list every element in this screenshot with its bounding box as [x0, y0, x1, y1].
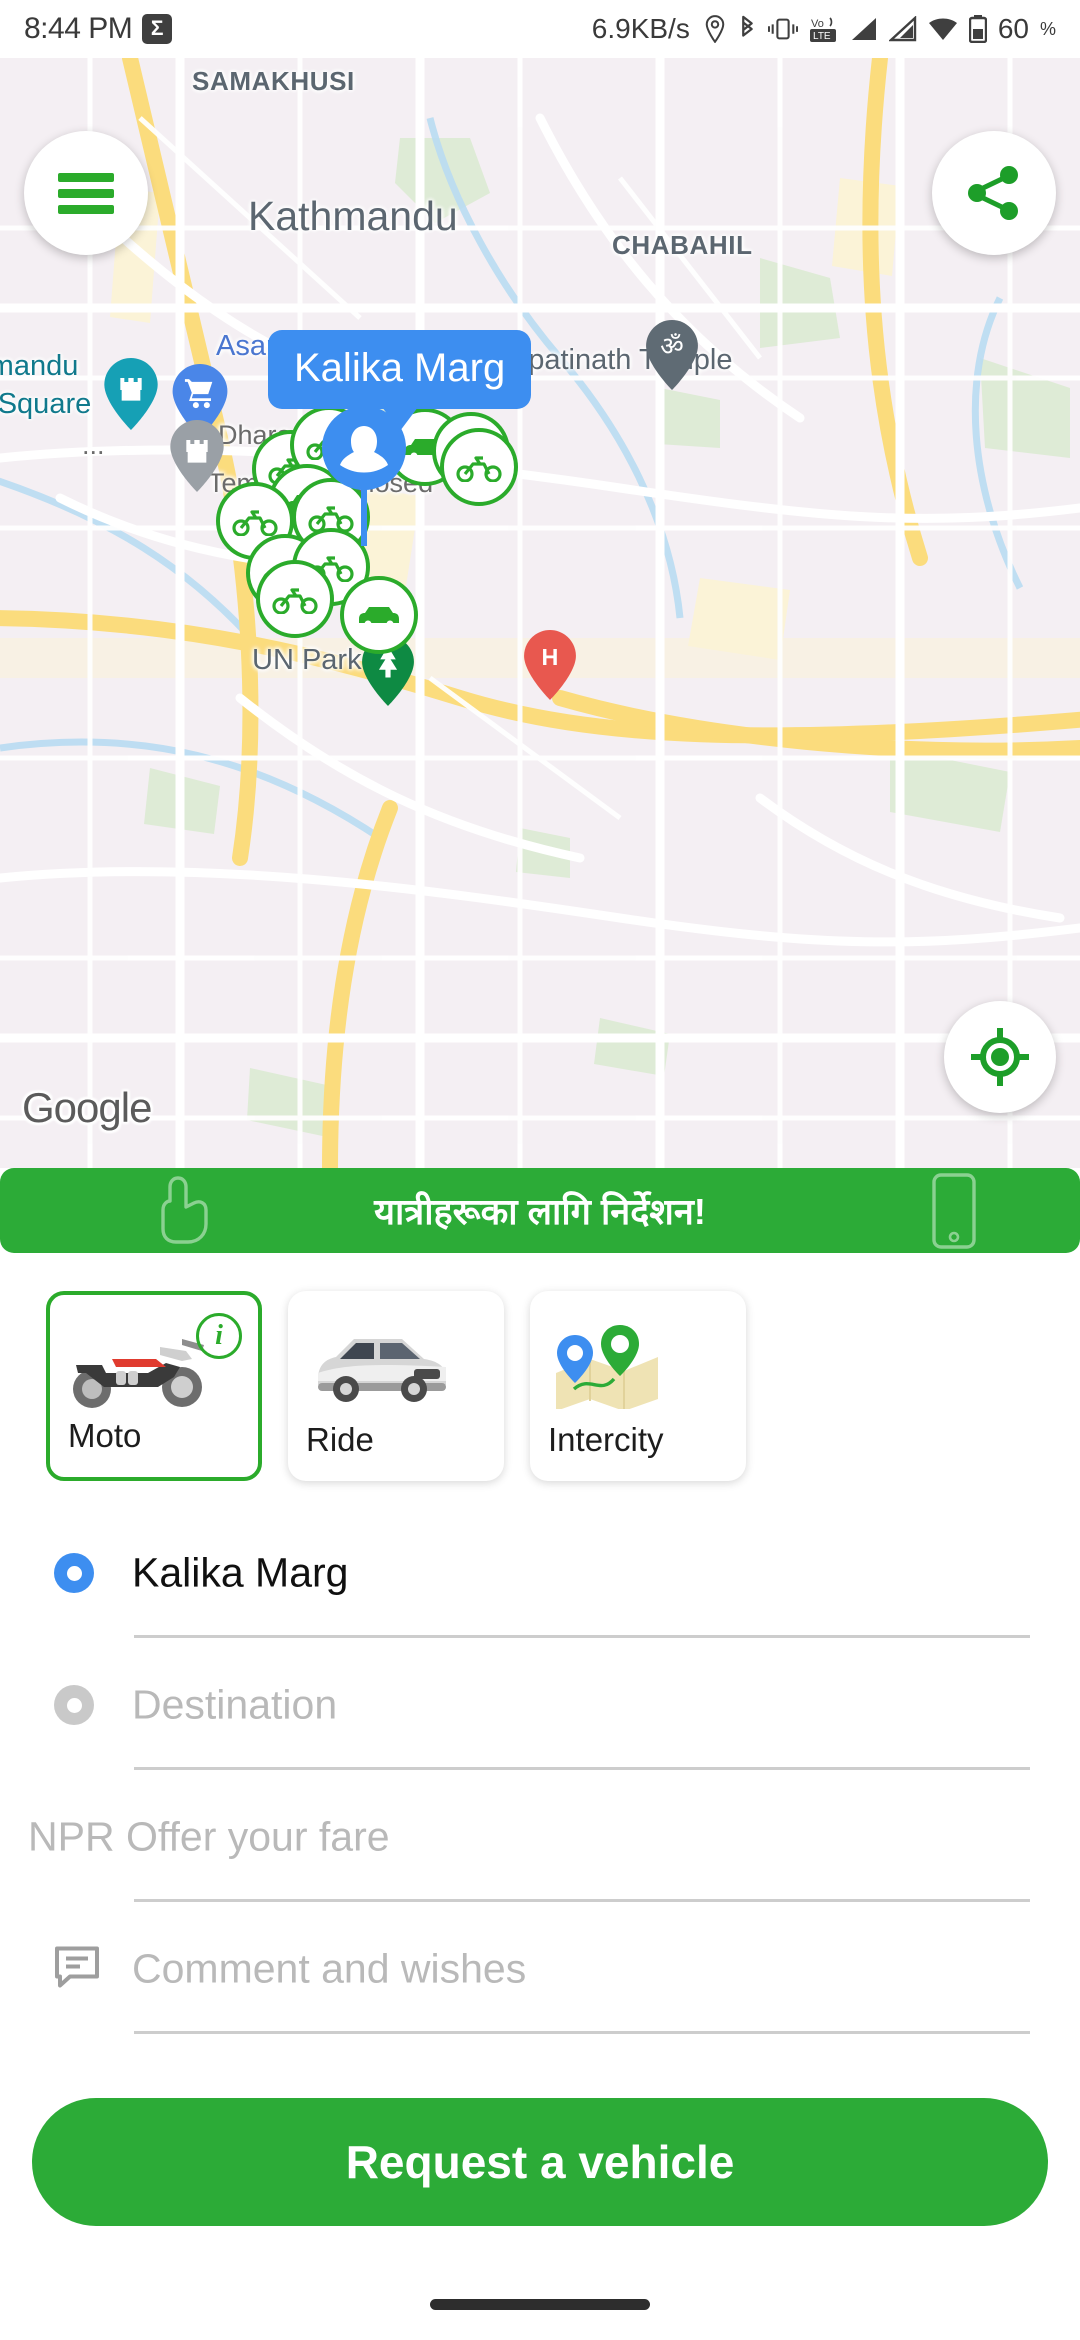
moto-info-badge[interactable]: i	[196, 1313, 242, 1359]
comment-placeholder: Comment and wishes	[132, 1945, 527, 1992]
vehicle-type-intercity-label: Intercity	[548, 1421, 664, 1458]
network-speed-text: 6.9KB/s	[591, 13, 690, 44]
battery-percent-sign: %	[1039, 18, 1056, 39]
map-label-durbar-square-line1: Kathmandu	[0, 350, 79, 382]
map-label-chabahil: CHABAHIL	[612, 230, 753, 260]
destination-dot-icon	[54, 1685, 94, 1725]
wifi-icon	[928, 18, 957, 40]
pointing-hand-icon	[150, 1168, 220, 1253]
share-button[interactable]	[932, 131, 1056, 255]
castle-pin-grey[interactable]	[170, 420, 224, 492]
motorcycle-art	[73, 1339, 204, 1408]
map-label-samakhusi: SAMAKHUSI	[192, 66, 355, 96]
location-icon	[705, 15, 725, 43]
vehicle-type-moto-label: Moto	[68, 1417, 142, 1454]
vehicle-marker-moto[interactable]	[256, 560, 334, 638]
my-location-crosshair-icon	[971, 1028, 1029, 1086]
smartphone-icon	[928, 1168, 980, 1253]
destination-row[interactable]: Destination	[0, 1647, 1080, 1763]
destination-placeholder: Destination	[132, 1681, 338, 1728]
pickup-underline	[134, 1635, 1030, 1638]
map-pins-art	[556, 1325, 658, 1409]
signal-icon-1	[851, 18, 876, 40]
banner-text: यात्रीहरूका लागि निर्देशन!	[374, 1191, 706, 1232]
destination-underline	[134, 1767, 1030, 1770]
signal-icon-2	[888, 16, 917, 42]
vibrate-icon	[767, 18, 798, 40]
vehicle-type-ride[interactable]: Ride	[288, 1291, 504, 1481]
vehicle-type-moto[interactable]: i Moto	[46, 1291, 262, 1481]
battery-icon	[968, 15, 987, 43]
volte-icon: VoLTE	[809, 17, 836, 42]
google-attribution: Google	[22, 1084, 152, 1131]
svg-text:ॐ: ॐ	[660, 333, 684, 361]
pickup-row[interactable]: Kalika Marg	[0, 1515, 1080, 1631]
status-bar: 8:44 PM Σ 6.9KB/s Vo LTE 60%	[0, 0, 1080, 58]
pickup-value: Kalika Marg	[132, 1549, 349, 1596]
vehicle-type-ride-label: Ride	[306, 1421, 374, 1458]
bluetooth-icon	[741, 15, 753, 37]
status-time: 8:44 PM	[24, 12, 133, 45]
vehicle-marker-moto[interactable]	[440, 428, 518, 506]
info-banner[interactable]: यात्रीहरूका लागि निर्देशन!	[0, 1168, 1080, 1253]
status-bar-left: 8:44 PM Σ	[24, 12, 173, 46]
pickup-dot-icon	[54, 1553, 94, 1593]
comment-row[interactable]: Comment and wishes	[0, 1911, 1080, 2027]
castle-pin-teal[interactable]	[104, 358, 158, 430]
vehicle-marker-car[interactable]	[340, 576, 418, 654]
svg-text:H: H	[542, 644, 559, 670]
map-label-durbar-square-line2: r Square	[0, 388, 92, 420]
comment-bubble-icon	[54, 1946, 100, 1993]
status-bar-right: 6.9KB/s Vo LTE 60%	[592, 13, 1056, 45]
navigation-gesture-pill[interactable]	[430, 2299, 650, 2310]
sigma-icon: Σ	[142, 14, 173, 44]
fare-underline	[134, 1899, 1030, 1902]
pickup-tooltip: Kalika Marg	[268, 330, 532, 431]
battery-level: 60	[997, 13, 1029, 44]
comment-underline	[134, 2031, 1030, 2034]
map-view[interactable]: SAMAKHUSI Kathmandu CHABAHIL Pashupatina…	[0, 58, 1080, 1168]
svg-text:Vo: Vo	[811, 18, 824, 30]
my-location-button[interactable]	[944, 1001, 1056, 1113]
share-icon	[968, 166, 1018, 220]
map-label-ellipsis: ...	[82, 430, 105, 460]
request-vehicle-button[interactable]: Request a vehicle	[32, 2098, 1048, 2226]
menu-button[interactable]	[24, 131, 148, 255]
map-base-tiles	[0, 58, 1080, 1168]
hospital-pin[interactable]: H	[524, 630, 576, 700]
fare-row[interactable]: NPR Offer your fare	[0, 1779, 1080, 1895]
vehicle-type-intercity[interactable]: Intercity	[530, 1291, 746, 1481]
hamburger-menu-icon	[58, 166, 114, 221]
svg-text:LTE: LTE	[813, 31, 831, 42]
map-label-un-park: UN Park	[252, 644, 362, 676]
sedan-car-art	[318, 1339, 446, 1402]
map-label-kathmandu: Kathmandu	[248, 193, 458, 239]
om-temple-pin[interactable]: ॐ	[646, 320, 698, 390]
ride-request-sheet: i Moto Ride Intercity Kalika Marg Destin…	[0, 1253, 1080, 2340]
vehicle-type-selector: i Moto Ride Intercity	[0, 1291, 1080, 1491]
fare-placeholder: NPR Offer your fare	[28, 1813, 390, 1860]
